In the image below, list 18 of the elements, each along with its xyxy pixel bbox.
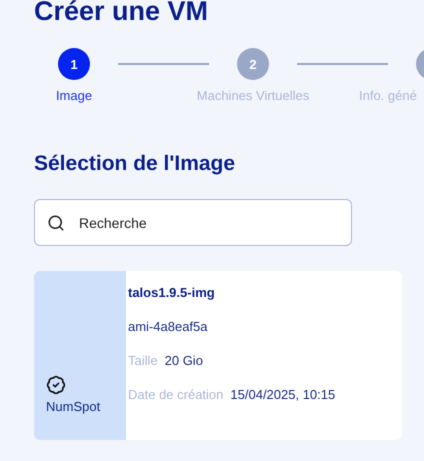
search-bar[interactable]: Recherche [34, 199, 352, 246]
step-label: Machines Virtuelles [196, 88, 310, 103]
field-label: Taille [128, 353, 158, 368]
section-title: Sélection de l'Image [34, 151, 236, 177]
field-label: Date de création [128, 387, 224, 402]
step-label: Image [56, 88, 92, 103]
step-label: Info. géné [359, 88, 417, 103]
field-value: 20 Gio [164, 353, 203, 368]
search-field[interactable]: Recherche [77, 214, 339, 232]
step-circle[interactable]: 1 [58, 48, 90, 80]
image-name: talos1.9.5-img [128, 285, 216, 300]
page-title: Créer une VM [34, 0, 210, 26]
badge-check-icon [46, 375, 66, 395]
provider-name: NumSpot [46, 399, 100, 414]
image-card[interactable]: NumSpot talos1.9.5-img ami-4a8eaf5a Taille 20 Gio Date de création 15/04/2025, 10:15 [34, 271, 402, 440]
search-icon [47, 214, 65, 232]
image-id: ami-4a8eaf5a [128, 319, 208, 334]
field-value: 15/04/2025, 10:15 [230, 387, 336, 402]
